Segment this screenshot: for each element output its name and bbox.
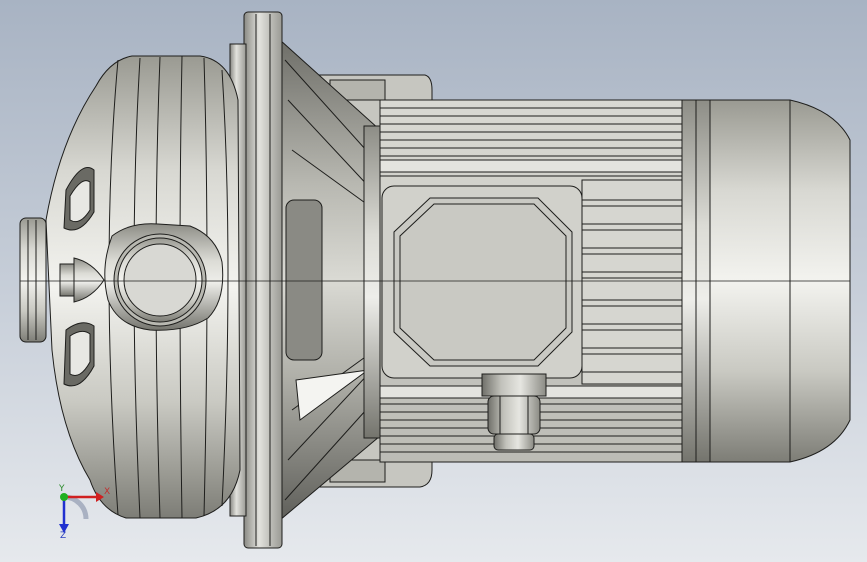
- triad-x-label: X: [104, 487, 111, 497]
- triad-y-axis: [60, 493, 68, 501]
- terminal-box-cover: [393, 197, 573, 367]
- pump-flange: [243, 11, 283, 549]
- cad-3d-viewport[interactable]: X Y Z: [0, 0, 867, 562]
- triad-z-label: Z: [60, 531, 67, 541]
- motor-fins-side: [581, 179, 683, 385]
- inlet-nozzle: [19, 217, 47, 343]
- triad-y-label: Y: [59, 484, 65, 494]
- outlet-port: [104, 223, 224, 331]
